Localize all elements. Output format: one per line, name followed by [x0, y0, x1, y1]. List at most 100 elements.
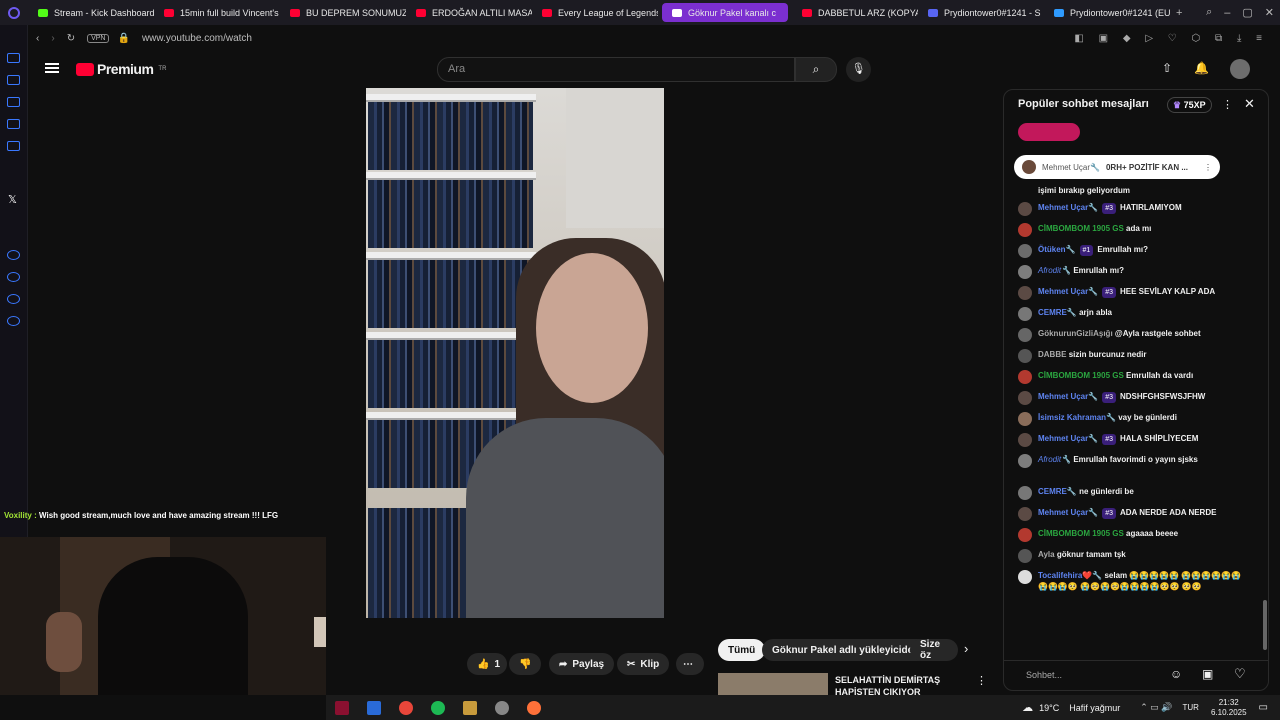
chat-username[interactable]: Tocalifehira❤️🔧: [1038, 571, 1102, 580]
chip-foryou[interactable]: Size öz: [910, 639, 958, 661]
chat-username[interactable]: CEMRE🔧: [1038, 487, 1077, 496]
browser-logo-icon[interactable]: [0, 0, 28, 25]
avatar[interactable]: [1230, 59, 1250, 79]
chat-emoji-strip[interactable]: [1018, 123, 1080, 141]
sidebar-icon[interactable]: [7, 272, 20, 282]
avatar[interactable]: [1018, 307, 1032, 321]
search-box[interactable]: Ara: [437, 57, 795, 82]
related-more-icon[interactable]: ⋮: [976, 674, 987, 687]
search-input[interactable]: Ara: [448, 63, 465, 75]
taskbar-app-icon[interactable]: [335, 700, 349, 715]
search-button[interactable]: ⌕: [795, 57, 837, 82]
heart-icon[interactable]: ♡: [1234, 666, 1246, 682]
maximize-icon[interactable]: ▢: [1236, 6, 1258, 19]
sidebar-icon[interactable]: [7, 294, 20, 304]
back-icon[interactable]: ‹: [36, 33, 39, 44]
browser-tab[interactable]: ERDOĞAN ALTILI MASA: [406, 0, 532, 25]
avatar[interactable]: [1018, 570, 1032, 584]
browser-tab[interactable]: 15min full build Vincent's: [154, 0, 280, 25]
chip-uploader[interactable]: Göknur Pakel adlı yükleyiciden: [762, 639, 930, 661]
avatar[interactable]: [1018, 433, 1032, 447]
taskbar-app-icon[interactable]: [463, 700, 477, 715]
sidebar-icon[interactable]: [7, 141, 20, 151]
avatar[interactable]: [1018, 454, 1032, 468]
chat-username[interactable]: Mehmet Uçar🔧: [1038, 392, 1098, 401]
sidebar-icon[interactable]: [7, 75, 20, 85]
chat-username[interactable]: Mehmet Uçar🔧: [1038, 508, 1098, 517]
avatar[interactable]: [1018, 265, 1032, 279]
video-player[interactable]: [366, 88, 664, 618]
chat-username[interactable]: Mehmet Uçar🔧: [1038, 203, 1098, 212]
chat-menu-icon[interactable]: ⋮: [1222, 98, 1233, 111]
clip-button[interactable]: ✂ Klip: [617, 653, 670, 675]
new-tab-icon[interactable]: +: [1170, 7, 1188, 19]
browser-tab[interactable]: Stream - Kick Dashboard: [28, 0, 154, 25]
sidebar-icon[interactable]: [7, 250, 20, 260]
url-field[interactable]: www.youtube.com/watch: [142, 33, 252, 44]
browser-tab[interactable]: DABBETUL ARZ (KOPYA: [792, 0, 918, 25]
chat-username[interactable]: İsimsiz Kahraman🔧: [1038, 413, 1116, 422]
browser-tab[interactable]: Göknur Pakel kanalı c: [662, 3, 788, 22]
clock[interactable]: 21:32 6.10.2025: [1211, 698, 1247, 718]
chat-username[interactable]: Afrodit🔧: [1038, 266, 1071, 275]
avatar[interactable]: [1018, 486, 1032, 500]
youtube-logo[interactable]: Premium TR: [76, 61, 166, 77]
related-thumbnail[interactable]: [718, 673, 828, 695]
mic-icon[interactable]: 🎙: [846, 57, 871, 82]
avatar[interactable]: [1018, 244, 1032, 258]
avatar[interactable]: [1018, 507, 1032, 521]
avatar[interactable]: [1018, 391, 1032, 405]
pinned-message[interactable]: Mehmet Uçar🔧 0RH+ POZİTİF KAN ... ⋮: [1014, 155, 1220, 179]
chat-username[interactable]: CİMBOMBOM 1905 GS: [1038, 371, 1124, 380]
settings-icon[interactable]: [7, 316, 20, 326]
forward-icon[interactable]: ›: [51, 33, 54, 44]
avatar[interactable]: [1018, 223, 1032, 237]
chat-username[interactable]: CİMBOMBOM 1905 GS: [1038, 224, 1124, 233]
vpn-badge[interactable]: VPN: [87, 33, 110, 43]
taskbar-app-icon[interactable]: [495, 700, 509, 715]
xp-badge[interactable]: ♛ 75XP: [1167, 97, 1212, 113]
menu-icon[interactable]: [45, 63, 59, 73]
emoji-icon[interactable]: ☺: [1170, 667, 1182, 681]
chat-username[interactable]: Ötüken🔧: [1038, 245, 1076, 254]
minimize-icon[interactable]: –: [1218, 7, 1236, 19]
close-window-icon[interactable]: ✕: [1259, 6, 1280, 19]
search-tabs-icon[interactable]: ⌕: [1200, 6, 1218, 19]
chat-scrollbar[interactable]: [1263, 600, 1267, 650]
tray-icons[interactable]: ⌃ ▭ 🔊: [1140, 702, 1172, 713]
chat-username[interactable]: Mehmet Uçar🔧: [1038, 434, 1098, 443]
share-button[interactable]: ➦ Paylaş: [549, 653, 615, 675]
chat-username[interactable]: DABBE: [1038, 350, 1066, 359]
chat-username[interactable]: CEMRE🔧: [1038, 308, 1077, 317]
chat-username[interactable]: Ayla: [1038, 550, 1055, 559]
chat-username[interactable]: Mehmet Uçar🔧: [1038, 287, 1098, 296]
more-button[interactable]: ⋯: [676, 653, 704, 675]
chevron-right-icon[interactable]: ›: [964, 641, 968, 656]
sidebar-icon[interactable]: [7, 53, 20, 63]
notification-icon[interactable]: ▭: [1259, 702, 1268, 713]
avatar[interactable]: [1018, 349, 1032, 363]
sidebar-icon[interactable]: [7, 119, 20, 129]
avatar[interactable]: [1018, 412, 1032, 426]
firefox-icon[interactable]: [527, 700, 541, 715]
avatar[interactable]: [1018, 528, 1032, 542]
sidebar-icon[interactable]: [7, 97, 20, 107]
browser-tab[interactable]: Every League of Legends: [532, 0, 658, 25]
avatar[interactable]: [1018, 202, 1032, 216]
taskbar-app-icon[interactable]: [367, 700, 381, 715]
browser-tab[interactable]: BU DEPREM SONUMUZ: [280, 0, 406, 25]
avatar[interactable]: [1018, 370, 1032, 384]
chip-all[interactable]: Tümü: [718, 639, 766, 661]
dislike-button[interactable]: 👎: [509, 653, 541, 675]
reload-icon[interactable]: ↻: [67, 33, 75, 44]
chat-username[interactable]: GöknurunGizliAşığı: [1038, 329, 1113, 338]
x-icon[interactable]: 𝕏: [8, 193, 17, 206]
like-button[interactable]: 👍 1: [467, 653, 507, 675]
close-chat-icon[interactable]: ✕: [1244, 96, 1255, 112]
spotify-icon[interactable]: [431, 700, 445, 715]
browser-tab[interactable]: Prydiontower0#1241 - S: [918, 0, 1044, 25]
avatar[interactable]: [1018, 328, 1032, 342]
chat-username[interactable]: CİMBOMBOM 1905 GS: [1038, 529, 1124, 538]
chat-input[interactable]: Sohbet...: [1026, 670, 1062, 680]
taskbar-app-icon[interactable]: [399, 700, 413, 715]
